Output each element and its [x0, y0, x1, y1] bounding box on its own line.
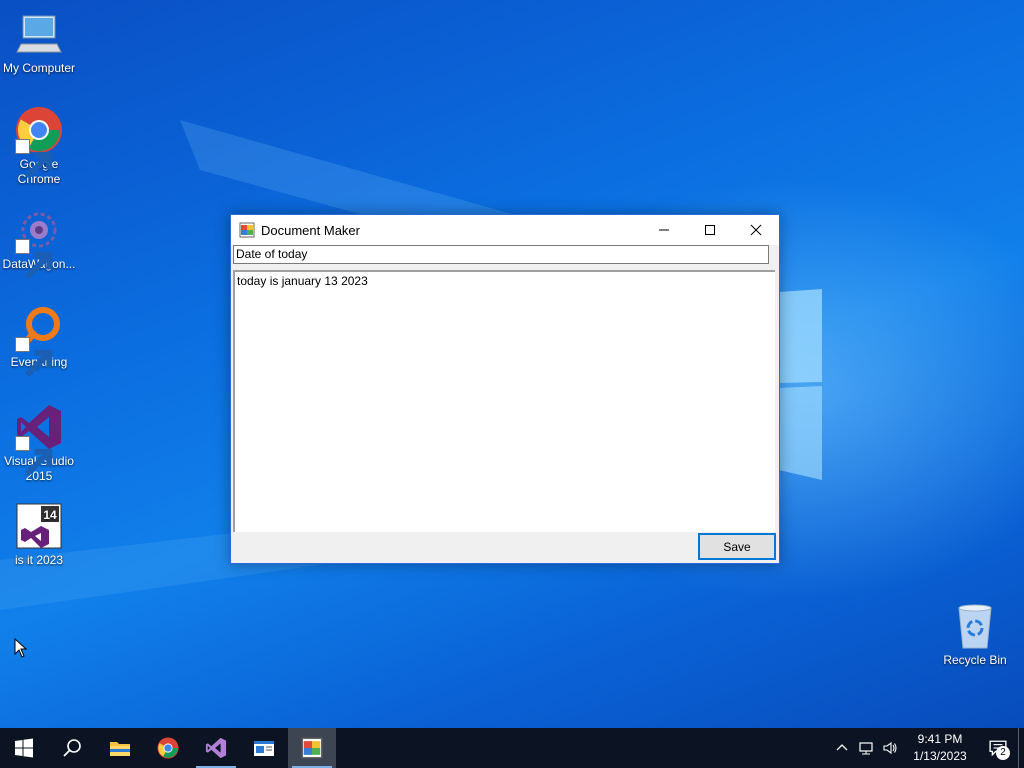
taskbar-chrome[interactable]: [144, 728, 192, 768]
tray-network-button[interactable]: [854, 728, 878, 768]
taskbar-file-explorer[interactable]: [96, 728, 144, 768]
desktop-icon-datawagon[interactable]: DataWagon...: [0, 206, 78, 280]
desktop-icon-everything[interactable]: Everything: [0, 304, 78, 378]
computer-icon: [15, 10, 63, 58]
chevron-up-icon: [836, 744, 848, 751]
notification-count-badge: 2: [996, 746, 1010, 760]
taskbar: 9:41 PM 1/13/2023 2: [0, 728, 1024, 768]
datawagon-icon: [15, 206, 63, 280]
taskbar-app-window[interactable]: [240, 728, 288, 768]
visual-studio-14-icon: 14: [15, 502, 63, 550]
search-icon: [63, 739, 81, 757]
windows-start-icon: [15, 738, 33, 758]
taskbar-document-maker[interactable]: [288, 728, 336, 768]
app-window-icon: [254, 741, 274, 756]
volume-icon: [883, 741, 897, 755]
desktop-icon-google-chrome[interactable]: Google Chrome: [0, 106, 78, 187]
document-body-text: today is january 13 2023: [237, 274, 368, 288]
document-maker-icon: [239, 222, 255, 238]
desktop-icon-my-computer[interactable]: My Computer: [0, 10, 78, 76]
close-icon: [750, 224, 762, 236]
shortcut-arrow-icon: [15, 436, 53, 477]
desktop-icon-recycle-bin[interactable]: Recycle Bin: [936, 602, 1014, 668]
shortcut-arrow-icon: [15, 337, 53, 378]
clock-date: 1/13/2023: [913, 749, 967, 763]
document-title-input[interactable]: [233, 245, 769, 264]
desktop-icon-is-it-2023[interactable]: 14 is it 2023: [0, 502, 78, 568]
document-maker-icon: [301, 737, 323, 759]
desktop-icon-visual-studio-2015[interactable]: Visual Studio 2015: [0, 403, 78, 484]
visual-studio-icon: [205, 737, 227, 759]
mouse-cursor-icon: [14, 638, 28, 658]
search-button[interactable]: [48, 728, 96, 768]
document-maker-window: Document Maker today is january 13 2023 …: [230, 214, 780, 564]
document-body-textarea[interactable]: today is january 13 2023: [233, 270, 775, 532]
tray-volume-button[interactable]: [878, 728, 902, 768]
recycle-bin-icon: [951, 602, 999, 650]
close-button[interactable]: [733, 215, 779, 245]
window-titlebar[interactable]: Document Maker: [231, 215, 779, 245]
maximize-button[interactable]: [687, 215, 733, 245]
window-title: Document Maker: [261, 222, 360, 238]
minimize-icon: [659, 229, 669, 231]
action-center-button[interactable]: 2: [978, 728, 1018, 768]
svg-text:14: 14: [43, 508, 57, 522]
start-button[interactable]: [0, 728, 48, 768]
everything-search-icon: [15, 304, 63, 378]
desktop-icon-label: My Computer: [2, 61, 76, 75]
desktop-icon-label: Recycle Bin: [943, 653, 1007, 667]
clock-time: 9:41 PM: [917, 732, 963, 746]
show-desktop-button[interactable]: [1018, 728, 1024, 768]
network-icon: [859, 742, 873, 755]
system-tray: 9:41 PM 1/13/2023 2: [830, 728, 1024, 768]
file-explorer-icon: [110, 742, 130, 756]
minimize-button[interactable]: [641, 215, 687, 245]
shortcut-arrow-icon: [15, 239, 53, 280]
shortcut-arrow-icon: [15, 139, 53, 180]
visual-studio-icon: [15, 403, 63, 477]
desktop-icon-label: is it 2023: [14, 553, 64, 567]
taskbar-visual-studio[interactable]: [192, 728, 240, 768]
tray-overflow-button[interactable]: [830, 728, 854, 768]
save-button[interactable]: Save: [698, 533, 776, 560]
tray-clock[interactable]: 9:41 PM 1/13/2023: [902, 731, 978, 765]
chrome-icon: [15, 106, 63, 180]
maximize-icon: [705, 225, 715, 235]
chrome-icon: [157, 737, 179, 759]
